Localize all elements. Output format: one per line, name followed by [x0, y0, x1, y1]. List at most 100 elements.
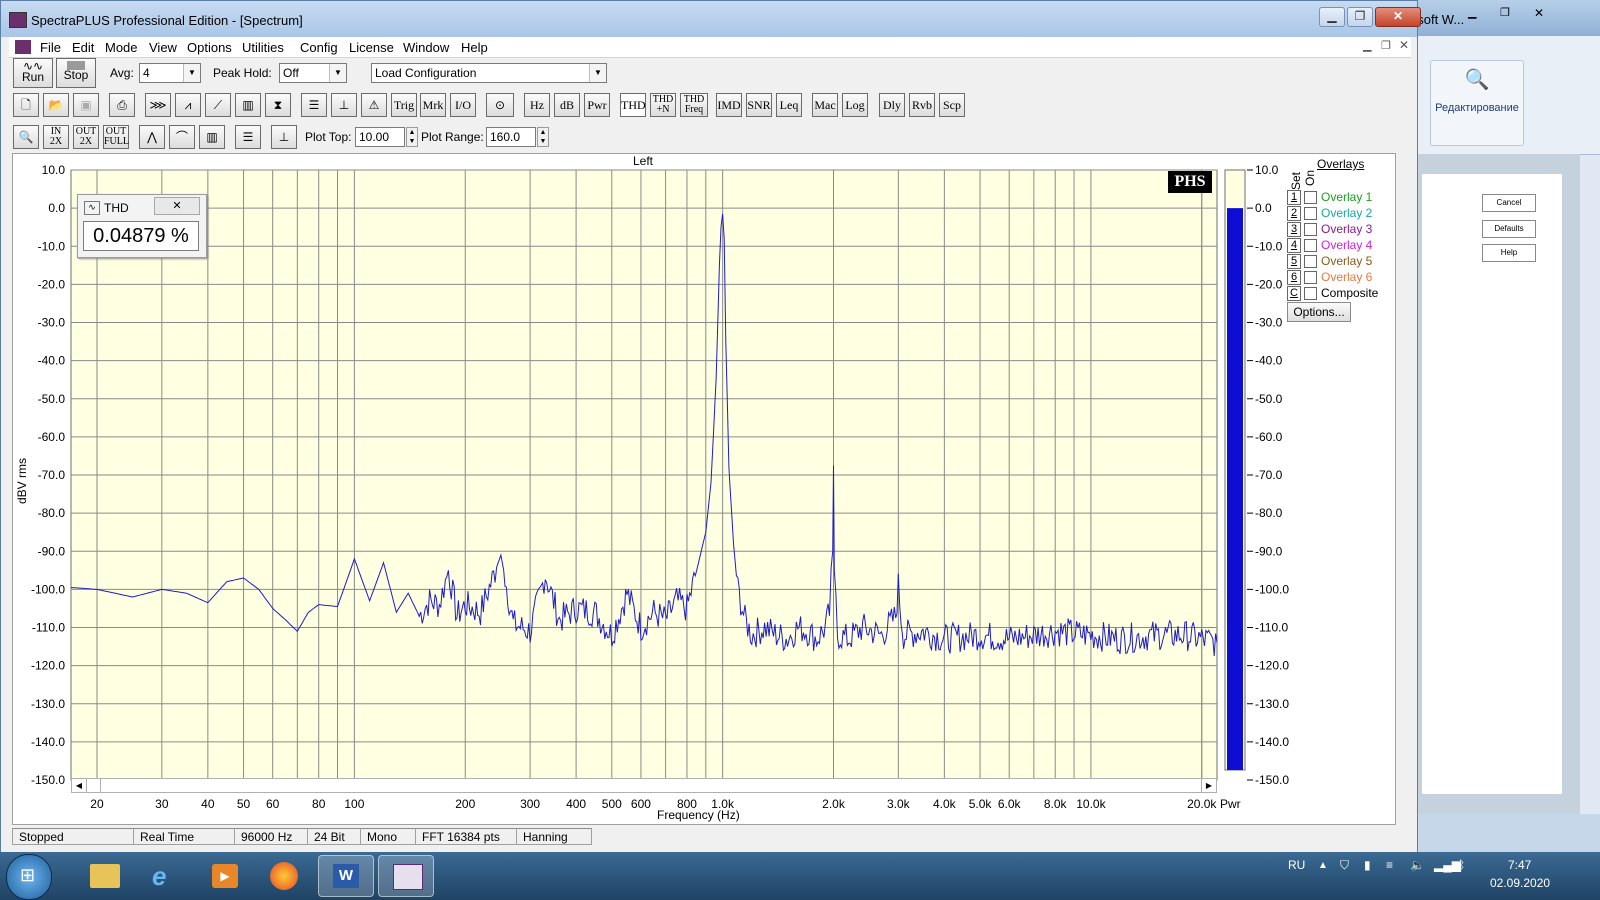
- zoom-out-2x-button[interactable]: OUT 2X: [73, 125, 99, 149]
- avg-select[interactable]: 4 ▼: [139, 63, 201, 83]
- battery-icon[interactable]: ▮: [1364, 858, 1371, 872]
- zoom-out-full-button[interactable]: OUT FULL: [103, 125, 129, 149]
- phase-icon[interactable]: ⟋: [205, 93, 231, 117]
- leq-button[interactable]: Leq: [776, 93, 802, 117]
- firefox-taskbar-icon[interactable]: [256, 855, 312, 897]
- overlay-options-button[interactable]: Options...: [1287, 302, 1351, 322]
- zoom-icon[interactable]: 🔍: [13, 125, 39, 149]
- overlay-checkbox[interactable]: [1304, 287, 1317, 300]
- explorer-taskbar-icon[interactable]: [76, 855, 132, 897]
- language-indicator[interactable]: RU: [1288, 858, 1305, 872]
- mrk-button[interactable]: Mrk: [420, 93, 446, 117]
- ie-taskbar-icon[interactable]: e: [136, 855, 192, 897]
- media-player-taskbar-icon[interactable]: ▶: [196, 855, 252, 897]
- doc-icon[interactable]: [15, 40, 31, 54]
- network-icon[interactable]: ≡: [1386, 858, 1393, 872]
- zoom-in-2x-button[interactable]: IN 2X: [43, 125, 69, 149]
- overlay-set-button[interactable]: 5: [1287, 254, 1301, 269]
- maximize-icon[interactable]: ❐: [1500, 6, 1520, 22]
- overlay-set-button[interactable]: C: [1287, 286, 1301, 301]
- signal-generator-icon[interactable]: ⊙: [486, 93, 514, 117]
- signal-icon[interactable]: ▂▄▆: [1434, 858, 1461, 872]
- overlay-set-button[interactable]: 4: [1287, 238, 1301, 253]
- tray-expand-icon[interactable]: ▲: [1318, 860, 1328, 871]
- 3d-surface-icon[interactable]: ⧗: [265, 93, 291, 117]
- scale-icon[interactable]: ⊥: [331, 93, 357, 117]
- time-series-icon[interactable]: ⋙: [145, 93, 171, 117]
- peak-marker-icon[interactable]: ⋀: [139, 125, 165, 149]
- config-select[interactable]: Load Configuration ▼: [371, 63, 607, 83]
- save-icon[interactable]: ▣: [73, 93, 99, 117]
- clock-time[interactable]: 7:47: [1508, 858, 1531, 872]
- octave-bars-icon[interactable]: ▥: [199, 125, 225, 149]
- db-button[interactable]: dB: [554, 93, 580, 117]
- close-button[interactable]: ✕: [1375, 7, 1421, 27]
- menu-utilities[interactable]: Utilities: [242, 40, 284, 55]
- horizontal-scrollbar[interactable]: ◀ ▶: [71, 778, 1217, 793]
- start-button[interactable]: ⊞: [6, 854, 52, 900]
- word-taskbar-icon[interactable]: W: [318, 855, 374, 897]
- dly-button[interactable]: Dly: [879, 93, 905, 117]
- minimize-icon[interactable]: ▁: [1468, 6, 1488, 22]
- menu-window[interactable]: Window: [403, 40, 449, 55]
- menu-license[interactable]: License: [349, 40, 394, 55]
- scp-button[interactable]: Scp: [939, 93, 965, 117]
- overlay-checkbox[interactable]: [1304, 271, 1317, 284]
- plot-top-input[interactable]: 10.00: [355, 127, 405, 147]
- log-button[interactable]: Log: [842, 93, 868, 117]
- spectrum-icon[interactable]: ⩘: [175, 93, 201, 117]
- overlay-checkbox[interactable]: [1304, 207, 1317, 220]
- menu-config[interactable]: Config: [300, 40, 338, 55]
- overlay-checkbox[interactable]: [1304, 191, 1317, 204]
- close-icon[interactable]: ✕: [1534, 6, 1554, 22]
- clock-date[interactable]: 02.09.2020: [1490, 876, 1550, 890]
- bg-defaults-button[interactable]: Defaults: [1482, 220, 1536, 238]
- mac-button[interactable]: Mac: [812, 93, 838, 117]
- io-button[interactable]: I/O: [450, 93, 476, 117]
- scroll-right-icon[interactable]: ▶: [1201, 779, 1216, 792]
- print-icon[interactable]: ⎙: [109, 93, 135, 117]
- minimize-button[interactable]: ▁: [1319, 7, 1345, 27]
- spectrogram-icon[interactable]: ▥: [235, 93, 261, 117]
- overlay-checkbox[interactable]: [1304, 239, 1317, 252]
- thd-n-button[interactable]: THD +N: [650, 93, 676, 117]
- menu-edit[interactable]: Edit: [72, 40, 94, 55]
- bg-cancel-button[interactable]: Cancel: [1482, 194, 1536, 212]
- hz-button[interactable]: Hz: [524, 93, 550, 117]
- snr-button[interactable]: SNR: [746, 93, 772, 117]
- run-button[interactable]: ∿∿ Run: [13, 58, 53, 88]
- overlay-set-button[interactable]: 2: [1287, 206, 1301, 221]
- scroll-thumb[interactable]: [86, 779, 101, 792]
- menu-options[interactable]: Options: [187, 40, 232, 55]
- scroll-left-icon[interactable]: ◀: [72, 779, 87, 792]
- plot-range-spinner[interactable]: ▲ ▼: [537, 127, 549, 147]
- ribbon-edit-group[interactable]: 🔍 Редактирование: [1430, 60, 1524, 146]
- menu-mode[interactable]: Mode: [105, 40, 138, 55]
- menu-view[interactable]: View: [149, 40, 177, 55]
- overlay-checkbox[interactable]: [1304, 223, 1317, 236]
- menu-help[interactable]: Help: [461, 40, 488, 55]
- smoothing-icon[interactable]: ⌒: [169, 125, 195, 149]
- spectraplus-taskbar-icon[interactable]: [378, 855, 434, 897]
- close-icon[interactable]: ✕: [154, 197, 200, 215]
- menu-file[interactable]: File: [40, 40, 61, 55]
- mdi-close-button[interactable]: ✕: [1399, 38, 1409, 52]
- list-view-icon[interactable]: ☰: [301, 93, 327, 117]
- trig-button[interactable]: Trig: [391, 93, 417, 117]
- volume-icon[interactable]: 🔈: [1410, 858, 1425, 872]
- peak-hold-select[interactable]: Off ▼: [279, 63, 347, 83]
- imd-button[interactable]: IMD: [716, 93, 742, 117]
- open-folder-icon[interactable]: 📂: [43, 93, 69, 117]
- overlay-set-button[interactable]: 6: [1287, 270, 1301, 285]
- overlay-set-button[interactable]: 3: [1287, 222, 1301, 237]
- new-file-icon[interactable]: 🗋: [13, 93, 39, 117]
- bg-help-button[interactable]: Help: [1482, 244, 1536, 262]
- stop-button[interactable]: Stop: [56, 58, 96, 88]
- pwr-button[interactable]: Pwr: [584, 93, 610, 117]
- thd-button[interactable]: THD: [620, 93, 646, 117]
- rvb-button[interactable]: Rvb: [909, 93, 935, 117]
- maximize-button[interactable]: ❐: [1347, 7, 1373, 27]
- mdi-restore-button[interactable]: ❐: [1381, 39, 1391, 52]
- mdi-minimize-button[interactable]: ▁: [1363, 39, 1371, 52]
- calibrate-icon[interactable]: ⚠: [361, 93, 387, 117]
